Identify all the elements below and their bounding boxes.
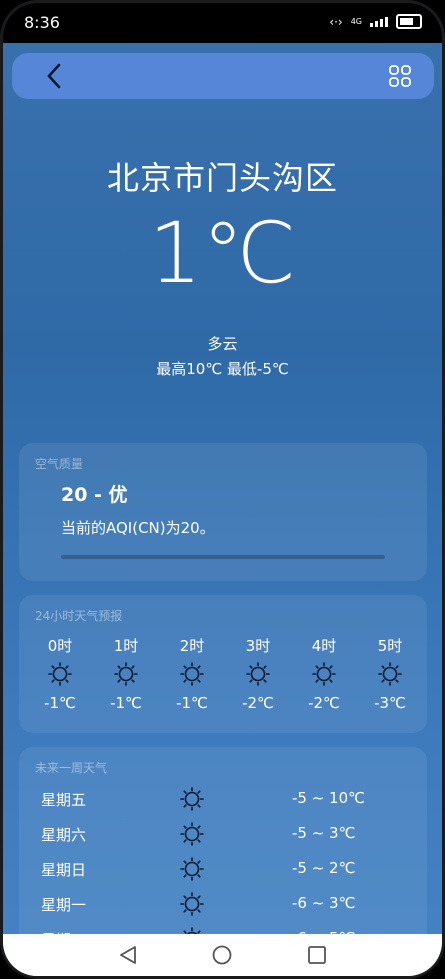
hour-label: 3时 <box>245 637 271 655</box>
sun-icon <box>180 787 206 811</box>
air-quality-card: 空气质量 20 - 优 当前的AQI(CN)为20。 <box>19 443 427 581</box>
day-row: 星期六 -5 ~ 3℃ <box>19 820 427 855</box>
hourly-item: 1时 -1℃ <box>101 635 151 712</box>
status-icons: ‹·› 4G <box>329 14 422 29</box>
recents-square-icon[interactable] <box>305 943 329 967</box>
battery-icon <box>396 14 422 29</box>
day-row: 星期一 -6 ~ 3℃ <box>19 890 427 925</box>
current-temperature: 1℃ <box>148 204 297 302</box>
city-name: 北京市门头沟区 <box>106 159 338 197</box>
hour-label: 4时 <box>311 637 337 655</box>
hourly-list: 0时 -1℃ 1时 -1℃ 2时 -1℃ 3时 -2℃ 4时 -2℃ 5时 -3… <box>35 635 415 712</box>
sun-icon <box>180 892 206 916</box>
hour-label: 5时 <box>377 637 403 655</box>
back-triangle-icon[interactable] <box>116 943 140 967</box>
temperature-range: 最高10℃ 最低-5℃ <box>156 360 289 378</box>
signal-icon <box>370 16 388 27</box>
aqi-progress-bar <box>61 555 385 559</box>
day-temperature-range: -5 ~ 10℃ <box>292 789 365 807</box>
day-row: 星期日 -5 ~ 2℃ <box>19 855 427 890</box>
weather-condition: 多云 <box>207 335 238 353</box>
hour-label: 0时 <box>47 637 73 655</box>
sun-icon <box>167 662 217 686</box>
aqi-description: 当前的AQI(CN)为20。 <box>61 519 215 537</box>
day-temperature-range: -5 ~ 3℃ <box>292 824 356 842</box>
phone-frame: 8:36 ‹·› 4G 北京市门头沟区 1℃ 多云 最高10℃ 最低-5℃ 空气… <box>0 0 445 979</box>
hour-temperature: -1℃ <box>110 694 142 712</box>
day-row: 星期五 -5 ~ 10℃ <box>19 785 427 820</box>
day-temperature-range: -5 ~ 2℃ <box>292 859 356 877</box>
sun-icon <box>233 662 283 686</box>
home-circle-icon[interactable] <box>210 943 234 967</box>
screen-share-icon: ‹·› <box>329 14 343 29</box>
day-name: 星期五 <box>41 791 87 809</box>
hour-temperature: -2℃ <box>242 694 274 712</box>
day-name: 星期日 <box>41 861 87 879</box>
air-quality-title: 空气质量 <box>35 457 84 471</box>
hour-label: 1时 <box>113 637 139 655</box>
hourly-item: 0时 -1℃ <box>35 635 85 712</box>
hour-temperature: -2℃ <box>308 694 340 712</box>
hourly-item: 4时 -2℃ <box>299 635 349 712</box>
hourly-item: 5时 -3℃ <box>365 635 415 712</box>
hour-label: 2时 <box>179 637 205 655</box>
hour-temperature: -1℃ <box>176 694 208 712</box>
sun-icon <box>101 662 151 686</box>
hourly-forecast-title: 24小时天气预报 <box>35 609 123 623</box>
weekly-forecast-title: 未来一周天气 <box>35 761 108 775</box>
hourly-forecast-card: 24小时天气预报 0时 -1℃ 1时 -1℃ 2时 -1℃ 3时 -2℃ 4时 … <box>19 595 427 733</box>
sun-icon <box>35 662 85 686</box>
day-temperature-range: -6 ~ 3℃ <box>292 894 356 912</box>
sun-icon <box>299 662 349 686</box>
hour-temperature: -1℃ <box>44 694 76 712</box>
network-type: 4G <box>350 17 362 26</box>
day-name: 星期一 <box>41 896 87 914</box>
aqi-value: 20 - 优 <box>61 484 128 506</box>
hour-temperature: -3℃ <box>374 694 406 712</box>
sun-icon <box>180 822 206 846</box>
status-time: 8:36 <box>24 13 60 32</box>
grid-apps-icon[interactable] <box>388 64 412 88</box>
status-bar: 8:36 ‹·› 4G <box>3 3 442 43</box>
navigation-bar <box>3 934 442 976</box>
chevron-left-icon[interactable] <box>41 60 73 92</box>
day-name: 星期六 <box>41 826 87 844</box>
screen: 8:36 ‹·› 4G 北京市门头沟区 1℃ 多云 最高10℃ 最低-5℃ 空气… <box>3 3 442 976</box>
top-bar <box>12 53 434 99</box>
hourly-item: 2时 -1℃ <box>167 635 217 712</box>
sun-icon <box>365 662 415 686</box>
sun-icon <box>180 857 206 881</box>
current-weather: 北京市门头沟区 1℃ 多云 最高10℃ 最低-5℃ <box>3 153 442 379</box>
hourly-item: 3时 -2℃ <box>233 635 283 712</box>
